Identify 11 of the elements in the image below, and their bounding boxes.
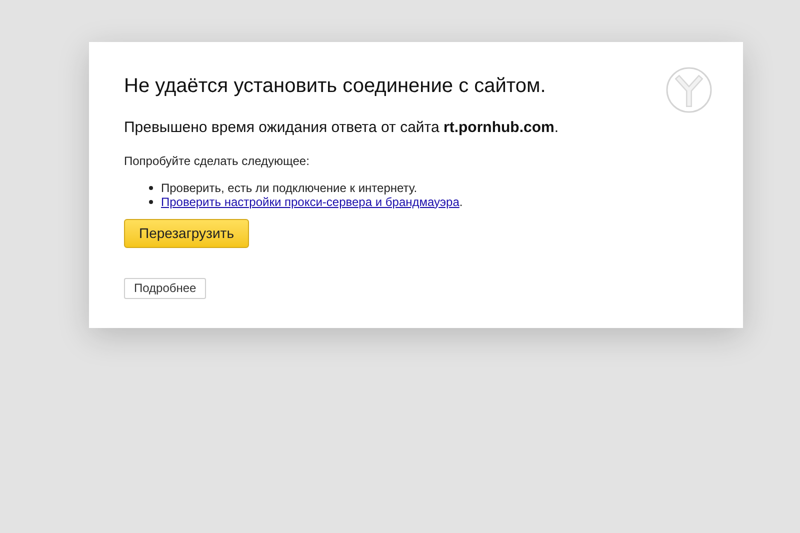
- error-message: Превышено время ожидания ответа от сайта rt.pornhub.com.: [124, 118, 560, 138]
- details-button[interactable]: Подробнее: [124, 278, 206, 298]
- error-title: Не удаётся установить соединение с сайтом.: [124, 74, 546, 99]
- link-period: .: [459, 194, 463, 208]
- suggestion-text: Проверить, есть ли подключение к интернету.: [161, 180, 418, 194]
- bullet-icon: [149, 186, 153, 190]
- suggestions-heading: Попробуйте сделать следующее:: [124, 152, 310, 170]
- reload-button[interactable]: Перезагрузить: [124, 218, 249, 248]
- bullet-icon: [149, 200, 153, 204]
- proxy-settings-link[interactable]: Проверить настройки прокси-сервера и брандмауэра: [161, 194, 460, 208]
- browser-logo-icon: [666, 67, 712, 113]
